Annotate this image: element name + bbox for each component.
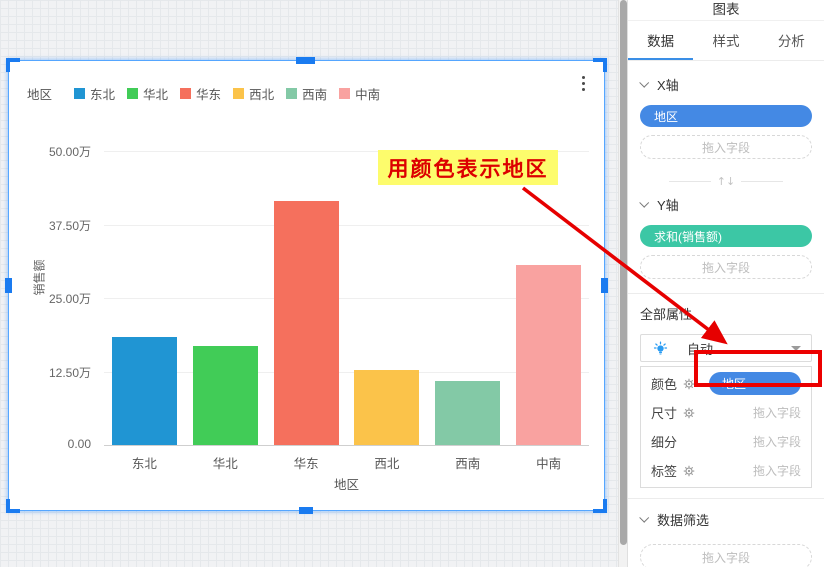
detail-drop-zone[interactable]: 拖入字段: [695, 433, 801, 450]
resize-handle-bottom[interactable]: [299, 507, 313, 514]
resize-handle-top-right[interactable]: [593, 58, 607, 72]
y-tick-label: 37.50万: [9, 217, 91, 234]
prop-row-size: 尺寸 拖入字段: [641, 398, 811, 427]
chevron-down-icon: [639, 197, 649, 207]
canvas-scrollbar-thumb[interactable]: [620, 0, 627, 545]
prop-row-color: 颜色 地区: [641, 369, 811, 398]
section-y-axis-header[interactable]: Y轴: [640, 195, 812, 214]
axis-swap-divider: ↑↓: [628, 174, 824, 188]
all-properties-label: 全部属性: [640, 304, 812, 323]
chart-mode-select[interactable]: 自动: [640, 334, 812, 362]
x-axis-field-pill[interactable]: 地区: [640, 105, 812, 127]
filter-drop-zone[interactable]: 拖入字段: [640, 544, 812, 567]
bar-华北[interactable]: [193, 346, 258, 445]
section-filter-label: 数据筛选: [657, 510, 709, 529]
lightbulb-icon: [653, 341, 668, 356]
bar-中南[interactable]: [516, 265, 581, 445]
y-axis-drop-zone[interactable]: 拖入字段: [640, 255, 812, 279]
x-tick-label: 西南: [428, 453, 508, 472]
x-axis-title: 地区: [104, 474, 589, 493]
panel-tabs: 数据 样式 分析: [628, 21, 824, 61]
section-x-axis-label: X轴: [657, 75, 679, 94]
tab-analysis[interactable]: 分析: [759, 21, 824, 60]
color-field-pill[interactable]: 地区: [709, 372, 801, 395]
prop-size-label: 尺寸: [651, 403, 677, 422]
prop-row-label: 标签 拖入字段: [641, 456, 811, 485]
gear-icon[interactable]: [683, 465, 695, 477]
design-canvas[interactable]: 地区 东北华北华东西北西南中南 销售额 地区 50.00万37.50万25.00…: [0, 0, 627, 567]
chart-settings-panel: 图表 数据 样式 分析 X轴 地区 拖入字段 ↑↓ Y轴 求和(销售额) 拖入字…: [627, 0, 824, 567]
section-y-axis-label: Y轴: [657, 195, 679, 214]
chevron-down-icon: [791, 346, 801, 351]
bar-华东[interactable]: [274, 201, 339, 445]
resize-handle-top-left[interactable]: [6, 58, 20, 72]
label-drop-zone[interactable]: 拖入字段: [695, 462, 801, 479]
divider: [628, 498, 824, 499]
y-tick-label: 0.00: [9, 437, 91, 451]
x-tick-label: 中南: [509, 453, 589, 472]
gear-icon[interactable]: [683, 407, 695, 419]
tab-data[interactable]: 数据: [628, 21, 693, 60]
gear-icon[interactable]: [683, 378, 695, 390]
x-tick-label: 东北: [104, 453, 184, 472]
resize-handle-bottom-right[interactable]: [593, 499, 607, 513]
tab-style[interactable]: 样式: [693, 21, 758, 60]
canvas-scrollbar-track[interactable]: [618, 0, 627, 567]
section-x-axis-header[interactable]: X轴: [640, 75, 812, 94]
divider: [628, 293, 824, 294]
y-tick-label: 50.00万: [9, 143, 91, 160]
section-filter-header[interactable]: 数据筛选: [640, 510, 812, 529]
y-tick-label: 12.50万: [9, 364, 91, 381]
y-tick-label: 25.00万: [9, 290, 91, 307]
x-tick-label: 华东: [266, 453, 346, 472]
prop-detail-label: 细分: [651, 432, 677, 451]
chart-widget[interactable]: 地区 东北华北华东西北西南中南 销售额 地区 50.00万37.50万25.00…: [8, 60, 605, 511]
resize-handle-top[interactable]: [296, 57, 315, 64]
panel-title: 图表: [628, 0, 824, 21]
gridline: [104, 225, 589, 226]
x-tick-label: 华北: [185, 453, 265, 472]
bar-西南[interactable]: [435, 381, 500, 445]
x-tick-label: 西北: [347, 453, 427, 472]
prop-color-label: 颜色: [651, 374, 677, 393]
bar-西北[interactable]: [354, 370, 419, 445]
swap-axes-icon[interactable]: ↑↓: [711, 175, 741, 188]
prop-label-label: 标签: [651, 461, 677, 480]
prop-row-detail: 细分 拖入字段: [641, 427, 811, 456]
properties-box: 颜色 地区 尺寸: [640, 366, 812, 488]
bar-东北[interactable]: [112, 337, 177, 445]
gridline: [104, 445, 589, 446]
y-axis-field-pill[interactable]: 求和(销售额): [640, 225, 812, 247]
size-drop-zone[interactable]: 拖入字段: [695, 404, 801, 421]
chart-mode-value: 自动: [687, 339, 791, 358]
x-axis-drop-zone[interactable]: 拖入字段: [640, 135, 812, 159]
chevron-down-icon: [639, 512, 649, 522]
resize-handle-left[interactable]: [5, 278, 12, 293]
chevron-down-icon: [639, 77, 649, 87]
bar-chart-plot: 销售额 地区 50.00万37.50万25.00万12.50万0.00东北华北华…: [9, 61, 604, 510]
resize-handle-right[interactable]: [601, 278, 608, 293]
annotation-note: 用颜色表示地区: [378, 150, 558, 185]
resize-handle-bottom-left[interactable]: [6, 499, 20, 513]
